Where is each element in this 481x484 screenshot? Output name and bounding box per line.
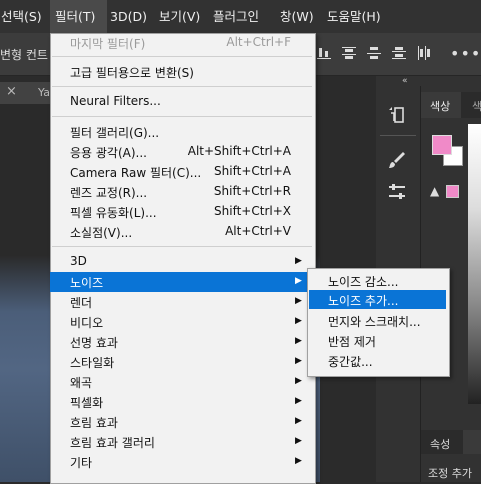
shortcut-camera-raw: Shift+Ctrl+A <box>214 164 291 178</box>
shortcut-adaptive-wide-angle: Alt+Shift+Ctrl+A <box>187 144 291 158</box>
menu-plugins[interactable]: 플러그인 <box>213 0 269 33</box>
shortcut-vanishing-point: Alt+Ctrl+V <box>225 224 291 238</box>
menu-separator <box>52 246 312 247</box>
menu-item-last-filter[interactable]: 마지막 필터(F) <box>70 35 145 52</box>
tab-color-label[interactable]: 색상 <box>430 98 450 114</box>
submenu-item-add-noise-label[interactable]: 노이즈 추가... <box>328 292 398 309</box>
submenu-item-reduce-noise[interactable]: 노이즈 감소... <box>328 273 398 290</box>
menu-item-convert-smart-filters[interactable]: 고급 필터용으로 변환(S) <box>70 64 194 81</box>
submenu-arrow-icon: ▶ <box>295 296 302 306</box>
distribute-top-icon[interactable] <box>341 45 357 61</box>
foreground-color-swatch[interactable] <box>432 135 452 155</box>
menu-item-adaptive-wide-angle[interactable]: 응용 광각(A)... <box>70 144 147 161</box>
add-adjustment-label: 조정 추가 <box>428 467 472 480</box>
submenu-item-dust-scratches[interactable]: 먼지와 스크래치... <box>328 313 421 330</box>
menu-item-blur[interactable]: 흐림 효과 <box>70 414 118 431</box>
menu-item-other[interactable]: 기타 <box>70 454 92 471</box>
brush-icon[interactable] <box>386 149 408 171</box>
distribute-vcenter-icon[interactable] <box>366 45 382 61</box>
menu-filter[interactable]: 필터(T) <box>50 0 107 33</box>
submenu-item-despeckle[interactable]: 반점 제거 <box>328 333 376 350</box>
submenu-arrow-icon: ▶ <box>295 356 302 366</box>
menu-item-video[interactable]: 비디오 <box>70 314 103 331</box>
menu-item-pixelate[interactable]: 픽셀화 <box>70 394 103 411</box>
menu-window[interactable]: 창(W) <box>280 0 320 33</box>
submenu-arrow-icon: ▶ <box>295 416 302 426</box>
menu-item-liquify[interactable]: 픽셀 유동화(L)... <box>70 204 157 221</box>
menu-view[interactable]: 보기(V) <box>159 0 204 33</box>
menu-item-blur-gallery[interactable]: 흐림 효과 갤러리 <box>70 434 155 451</box>
menu-help[interactable]: 도움말(H) <box>327 0 385 33</box>
menu-separator <box>52 56 312 57</box>
menu-3d[interactable]: 3D(D) <box>110 0 150 33</box>
menu-select[interactable]: 선택(S) <box>0 0 47 33</box>
more-options-icon[interactable]: ••• <box>450 44 480 63</box>
panel-separator <box>380 135 416 136</box>
submenu-arrow-icon: ▶ <box>295 316 302 326</box>
color-spectrum[interactable] <box>468 124 481 404</box>
menu-separator <box>52 86 312 87</box>
menu-item-noise-label[interactable]: 노이즈 <box>70 274 103 291</box>
menu-item-lens-correction[interactable]: 렌즈 교정(R)... <box>70 184 147 201</box>
submenu-arrow-icon: ▶ <box>295 276 302 286</box>
menu-item-distort[interactable]: 왜곡 <box>70 374 92 391</box>
submenu-arrow-icon: ▶ <box>295 336 302 346</box>
gamut-warning-icon[interactable]: ▲ <box>430 184 439 198</box>
tab-properties-label[interactable]: 속성 <box>430 436 450 452</box>
submenu-arrow-icon: ▶ <box>295 436 302 446</box>
close-tab-icon[interactable]: × <box>6 84 17 99</box>
submenu-arrow-icon: ▶ <box>295 376 302 386</box>
shortcut-liquify: Shift+Ctrl+X <box>214 204 291 218</box>
document-tab-label[interactable]: Ya <box>38 86 50 99</box>
menu-item-render[interactable]: 렌더 <box>70 294 92 311</box>
tab-adjustments[interactable] <box>463 430 481 454</box>
collapse-panels-icon[interactable]: « <box>402 76 408 86</box>
menu-item-3d[interactable]: 3D <box>70 254 87 268</box>
brush-settings-icon[interactable] <box>386 181 408 203</box>
menu-item-neural-filters[interactable]: Neural Filters... <box>70 94 161 108</box>
gamut-correction-swatch[interactable] <box>446 185 459 198</box>
menu-item-vanishing-point[interactable]: 소실점(V)... <box>70 224 132 241</box>
tab-swatches-label[interactable]: 색 <box>472 98 481 114</box>
shortcut-last-filter: Alt+Ctrl+F <box>226 35 291 49</box>
menu-separator <box>52 116 312 117</box>
menu-item-filter-gallery[interactable]: 필터 갤러리(G)... <box>70 124 159 141</box>
menu-item-stylize[interactable]: 스타일화 <box>70 354 114 371</box>
shortcut-lens-correction: Shift+Ctrl+R <box>213 184 291 198</box>
submenu-arrow-icon: ▶ <box>295 256 302 266</box>
transform-controls-label: 변형 컨트 <box>0 48 48 62</box>
history-icon[interactable] <box>386 104 408 126</box>
menu-item-sharpen[interactable]: 선명 효과 <box>70 334 118 351</box>
submenu-arrow-icon: ▶ <box>295 456 302 466</box>
submenu-item-median[interactable]: 중간값... <box>328 353 373 370</box>
distribute-left-icon[interactable] <box>416 45 432 61</box>
menu-item-camera-raw[interactable]: Camera Raw 필터(C)... <box>70 164 201 181</box>
submenu-arrow-icon: ▶ <box>295 396 302 406</box>
distribute-bottom-icon[interactable] <box>391 45 407 61</box>
align-bottom-icon[interactable] <box>316 45 332 61</box>
panel-collapse-bar[interactable] <box>376 76 481 86</box>
